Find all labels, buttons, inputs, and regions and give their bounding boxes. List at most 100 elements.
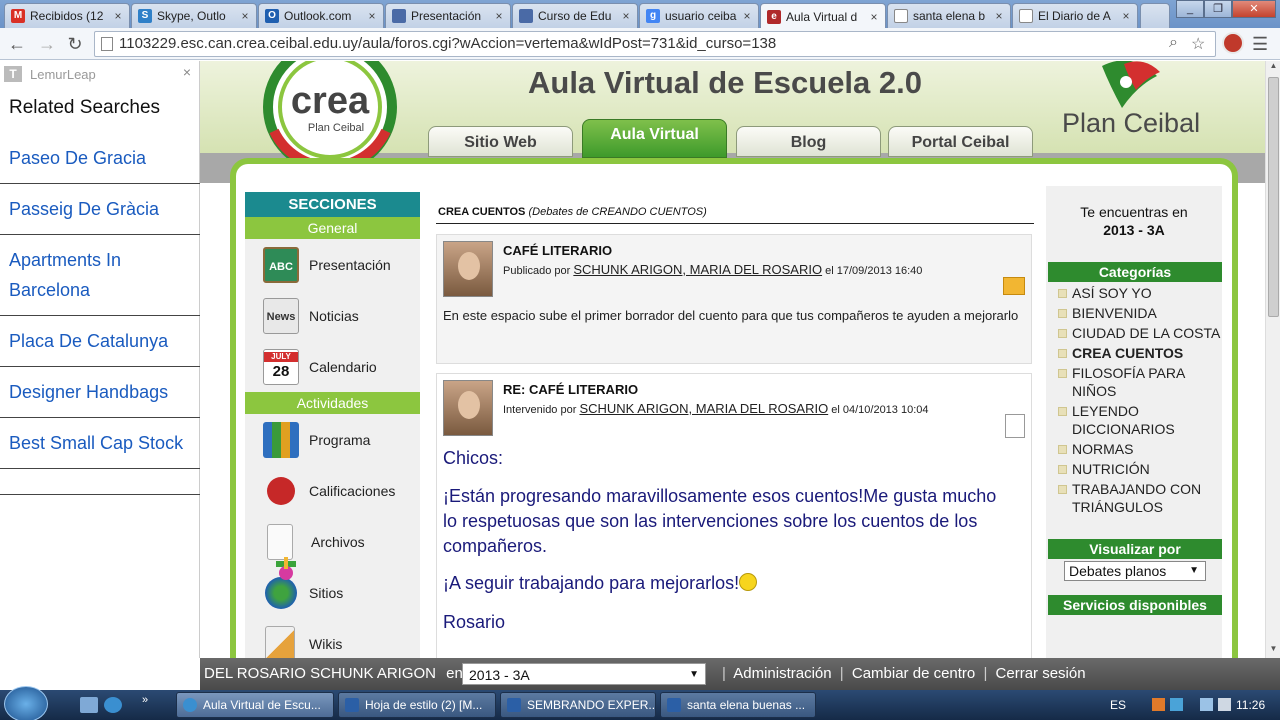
browser-tab-strip: M Recibidos (12 × S Skype, Outlo × O Outlook.…: [0, 0, 1280, 29]
forward-icon[interactable]: →: [36, 33, 58, 55]
back-icon[interactable]: ←: [6, 33, 28, 55]
tab-aula-virtual[interactable]: Aula Virtual: [582, 119, 727, 158]
browser-tab[interactable]: santa elena b ×: [887, 3, 1011, 28]
nav-item-presentacion[interactable]: ABC Presentación: [245, 243, 420, 287]
taskbar-item[interactable]: Aula Virtual de Escu...: [176, 692, 334, 718]
category-link[interactable]: NORMAS: [1056, 440, 1222, 458]
close-icon[interactable]: ×: [365, 9, 379, 23]
browser-tab-active[interactable]: e Aula Virtual d ×: [760, 3, 886, 29]
envelope-icon[interactable]: [1003, 277, 1025, 295]
close-icon[interactable]: ×: [619, 9, 633, 23]
services-icon[interactable]: [272, 555, 300, 583]
show-desktop-icon[interactable]: [80, 697, 98, 713]
nav-item-calificaciones[interactable]: Calificaciones: [245, 469, 420, 513]
author-link[interactable]: SCHUNK ARIGON, MARIA DEL ROSARIO: [573, 262, 822, 277]
tab-blog[interactable]: Blog: [736, 126, 881, 157]
start-button[interactable]: [4, 686, 48, 720]
related-search-link[interactable]: Paseo De Gracia: [0, 133, 200, 184]
plan-ceibal-logo-dot: [1120, 76, 1132, 88]
close-icon[interactable]: ×: [492, 9, 506, 23]
reload-icon[interactable]: ↻: [64, 33, 86, 55]
category-link[interactable]: BIENVENIDA: [1056, 304, 1222, 322]
related-search-link[interactable]: Placa De Catalunya: [0, 316, 200, 367]
volume-icon[interactable]: [1218, 698, 1231, 711]
clock[interactable]: 11:26: [1236, 698, 1265, 712]
restore-icon[interactable]: ❐: [1204, 0, 1232, 18]
post-meta-date: el 17/09/2013 16:40: [825, 265, 923, 277]
document-icon[interactable]: [1005, 414, 1025, 438]
binders-icon: [263, 422, 299, 458]
close-icon[interactable]: ×: [740, 9, 754, 23]
taskbar-item[interactable]: SEMBRANDO EXPER...: [500, 692, 656, 718]
related-search-link[interactable]: Best Small Cap Stock: [0, 418, 200, 469]
close-icon[interactable]: ×: [183, 64, 191, 80]
category-link[interactable]: NUTRICIÓN: [1056, 460, 1222, 478]
category-link[interactable]: CIUDAD DE LA COSTA: [1056, 324, 1222, 342]
close-icon[interactable]: ×: [992, 9, 1006, 23]
view-by-select[interactable]: Debates planos ▼: [1064, 561, 1206, 581]
change-center-link[interactable]: Cambiar de centro: [852, 665, 975, 682]
quick-launch-more-icon[interactable]: »: [142, 694, 152, 710]
related-search-link[interactable]: Passeig De Gràcia: [0, 184, 200, 235]
taskbar-item[interactable]: santa elena buenas ...: [660, 692, 816, 718]
language-indicator[interactable]: ES: [1110, 698, 1126, 712]
location-label: Te encuentras en: [1080, 204, 1188, 220]
tab-sitio-web[interactable]: Sitio Web: [428, 126, 573, 157]
nav-item-label: Calificaciones: [309, 483, 396, 499]
admin-link[interactable]: Administración: [733, 665, 831, 682]
scroll-up-icon[interactable]: ▲: [1266, 61, 1280, 75]
browser-tab[interactable]: S Skype, Outlo ×: [131, 3, 257, 28]
browser-tab[interactable]: Presentación ×: [385, 3, 511, 28]
nav-item-programa[interactable]: Programa: [245, 418, 420, 462]
related-search-link[interactable]: Designer Handbags: [0, 367, 200, 418]
browser-tab[interactable]: g usuario ceiba ×: [639, 3, 759, 28]
logout-link[interactable]: Cerrar sesión: [996, 665, 1086, 682]
vertical-scrollbar[interactable]: ▲ ▼: [1265, 61, 1280, 658]
post-body: En este espacio sube el primer borrador …: [443, 308, 1019, 323]
taskbar-item[interactable]: Hoja de estilo (2) [M...: [338, 692, 496, 718]
category-link[interactable]: LEYENDO DICCIONARIOS: [1056, 402, 1222, 438]
zoom-icon[interactable]: ⌕: [1169, 34, 1178, 52]
scroll-down-icon[interactable]: ▼: [1266, 644, 1280, 658]
network-icon[interactable]: [1200, 698, 1213, 711]
extension-icon[interactable]: [1222, 32, 1244, 54]
lemurleap-brand: LemurLeap: [30, 66, 96, 82]
post-paragraph-with-smiley: ¡A seguir trabajando para mejorarlos!: [443, 571, 1013, 596]
close-icon[interactable]: ×: [867, 10, 881, 24]
author-link[interactable]: SCHUNK ARIGON, MARIA DEL ROSARIO: [579, 401, 828, 416]
browser-tab[interactable]: El Diario de A ×: [1012, 3, 1138, 28]
crea-logo[interactable]: crea Plan Ceibal: [252, 61, 408, 173]
browser-tab[interactable]: O Outlook.com ×: [258, 3, 384, 28]
minimize-icon[interactable]: _: [1176, 0, 1204, 18]
sections-heading: SECCIONES: [245, 192, 420, 217]
related-searches-list: Paseo De Gracia Passeig De Gràcia Apartm…: [0, 133, 200, 495]
tray-app-icon[interactable]: [1152, 698, 1165, 711]
related-search-link[interactable]: Apartments In Barcelona: [0, 235, 200, 316]
bookmark-star-icon[interactable]: ☆: [1191, 34, 1205, 54]
close-icon[interactable]: ×: [238, 9, 252, 23]
new-tab-button[interactable]: [1140, 3, 1170, 28]
category-link[interactable]: TRABAJANDO CON TRIÁNGULOS: [1056, 480, 1222, 516]
scrollbar-thumb[interactable]: [1268, 77, 1279, 317]
course-select[interactable]: 2013 - 3A ▼: [462, 663, 706, 685]
tab-portal-ceibal[interactable]: Portal Ceibal: [888, 126, 1033, 157]
post-paragraph: Rosario: [443, 612, 506, 632]
category-link[interactable]: FILOSOFÍA PARA NIÑOS: [1056, 364, 1222, 400]
browser-menu-icon[interactable]: ☰: [1252, 34, 1268, 55]
tray-app-icon[interactable]: [1170, 698, 1183, 711]
category-link[interactable]: ASÍ SOY YO: [1056, 284, 1222, 302]
nav-item-noticias[interactable]: News Noticias: [245, 294, 420, 338]
nav-item-calendario[interactable]: JULY 28 Calendario: [245, 345, 420, 389]
browser-tab[interactable]: Curso de Edu ×: [512, 3, 638, 28]
nav-item-wikis[interactable]: Wikis: [245, 622, 420, 658]
url-text[interactable]: 1103229.esc.can.crea.ceibal.edu.uy/aula/…: [119, 35, 776, 52]
close-icon[interactable]: ×: [1119, 9, 1133, 23]
category-link-active[interactable]: CREA CUENTOS: [1056, 344, 1222, 362]
browser-tab[interactable]: M Recibidos (12 ×: [4, 3, 130, 28]
windows-taskbar: » Aula Virtual de Escu... Hoja de estilo…: [0, 686, 1280, 720]
close-icon[interactable]: ×: [111, 9, 125, 23]
close-window-icon[interactable]: ✕: [1232, 0, 1276, 18]
address-bar[interactable]: 1103229.esc.can.crea.ceibal.edu.uy/aula/…: [94, 31, 1216, 57]
separator: |: [839, 665, 844, 682]
internet-explorer-icon[interactable]: [104, 697, 122, 713]
